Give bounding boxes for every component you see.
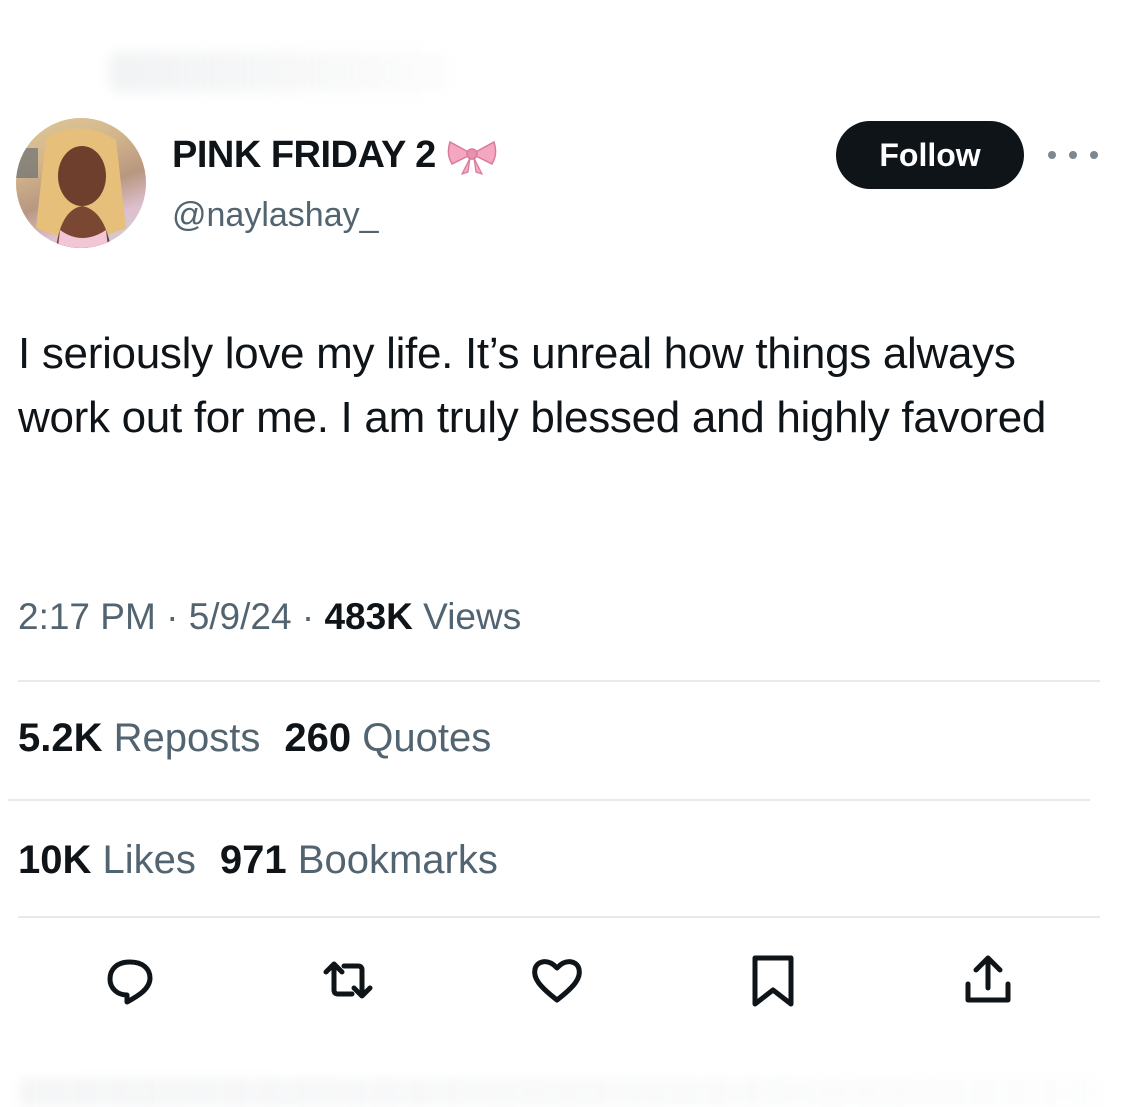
- tweet-date[interactable]: 5/9/24: [189, 596, 292, 637]
- retweet-icon[interactable]: [318, 950, 378, 1010]
- tweet-meta: 2:17 PM · 5/9/24 · 483K Views: [18, 596, 521, 638]
- blurred-header-remnant: [110, 52, 450, 92]
- quotes-label: Quotes: [362, 716, 492, 760]
- bookmark-icon[interactable]: [743, 950, 803, 1010]
- tweet-text: I seriously love my life. It’s unreal ho…: [18, 329, 1047, 442]
- blurred-footer-remnant: [20, 1078, 1100, 1107]
- likes-count: 10K: [18, 838, 92, 882]
- display-name-text: PINK FRIDAY 2: [172, 134, 436, 176]
- reply-icon[interactable]: [100, 950, 160, 1010]
- action-bar: [0, 950, 1121, 1020]
- likes-label: Likes: [102, 838, 196, 882]
- likes-bookmarks-row: 10K Likes 971 Bookmarks: [18, 838, 498, 883]
- views-count: 483K: [324, 596, 413, 637]
- display-name[interactable]: PINK FRIDAY 2: [172, 134, 498, 177]
- reposts-count: 5.2K: [18, 716, 103, 760]
- share-icon[interactable]: [958, 950, 1018, 1010]
- reposts-quotes-row: 5.2K Reposts 260 Quotes: [18, 716, 491, 761]
- ellipsis-icon[interactable]: [1048, 140, 1098, 170]
- ribbon-bow-icon: [447, 140, 497, 175]
- dot: [1048, 151, 1056, 159]
- views-label: Views: [412, 596, 522, 637]
- likes-stat[interactable]: 10K Likes: [18, 838, 196, 883]
- bookmarks-label: Bookmarks: [297, 838, 498, 882]
- quotes-stat[interactable]: 260 Quotes: [284, 716, 491, 761]
- divider: [8, 799, 1090, 801]
- tweet-time[interactable]: 2:17 PM: [18, 596, 156, 637]
- divider: [18, 916, 1100, 918]
- separator: ·: [291, 596, 325, 637]
- avatar[interactable]: [16, 118, 146, 248]
- like-icon[interactable]: [527, 950, 587, 1010]
- reposts-label: Reposts: [113, 716, 261, 760]
- quotes-count: 260: [284, 716, 352, 760]
- divider: [18, 680, 1100, 682]
- follow-button[interactable]: Follow: [836, 121, 1024, 189]
- bookmarks-stat[interactable]: 971 Bookmarks: [220, 838, 498, 883]
- reposts-stat[interactable]: 5.2K Reposts: [18, 716, 260, 761]
- bookmarks-count: 971: [219, 838, 287, 882]
- dot: [1090, 151, 1098, 159]
- dot: [1069, 151, 1077, 159]
- user-handle[interactable]: @naylashay_: [172, 196, 379, 235]
- separator: ·: [155, 596, 189, 637]
- profile-photo-icon: [16, 118, 146, 248]
